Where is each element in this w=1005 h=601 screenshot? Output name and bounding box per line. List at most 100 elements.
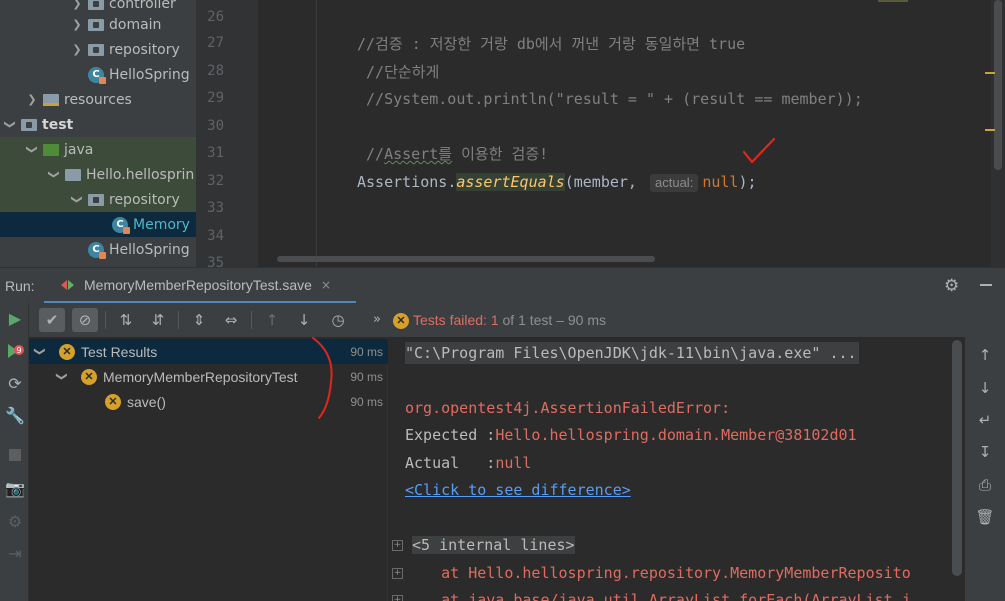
rerun-failed-icon[interactable]: 9 xyxy=(4,341,26,363)
gear-icon[interactable]: ⚙ xyxy=(944,276,959,296)
chevron-down-icon[interactable]: ❯ xyxy=(71,193,84,207)
test-class-icon: C xyxy=(112,216,130,234)
tree-item-repository[interactable]: ❯ repository xyxy=(0,37,196,62)
toolbar-separator xyxy=(251,311,252,329)
test-history-icon[interactable]: ◷ xyxy=(325,308,351,332)
print-icon[interactable]: ⎙ xyxy=(974,474,996,496)
line-number: 29 xyxy=(207,90,224,106)
toggle-auto-test-icon[interactable]: ⟳ xyxy=(4,373,26,395)
more-actions-icon[interactable]: » xyxy=(364,308,390,332)
spring-class-icon: C xyxy=(88,241,106,259)
console-error: org.opentest4j.AssertionFailedError: xyxy=(405,399,731,417)
stack-trace-line[interactable]: at Hello.hellospring.repository.MemoryMe… xyxy=(405,562,911,584)
console-expected: Expected :Hello.hellospring.domain.Membe… xyxy=(405,426,857,444)
console-actual: Actual :null xyxy=(405,454,532,472)
line-number: 30 xyxy=(207,118,224,134)
indent-guide xyxy=(316,0,317,267)
red-bracket-annotation xyxy=(312,337,333,419)
console-side-toolbar: ↑ ↓ ↵ ↧ ⎙ 🗑 xyxy=(965,337,1005,601)
parameter-hint: actual: xyxy=(650,174,699,192)
line-number: 34 xyxy=(207,228,224,244)
trash-icon[interactable]: 🗑 xyxy=(974,506,996,528)
project-tree: ❯ controller ❯ domain ❯ repository C Hel… xyxy=(0,0,196,267)
svg-text:9: 9 xyxy=(16,346,21,355)
chevron-down-icon[interactable]: ❯ xyxy=(48,168,61,182)
collapse-all-icon[interactable]: ⇔ xyxy=(218,308,244,332)
wrench-icon[interactable]: 🔧 xyxy=(4,405,26,427)
run-tab[interactable]: MemoryMemberRepositoryTest.save × xyxy=(44,268,356,304)
source-folder-icon xyxy=(43,143,59,156)
expand-icon[interactable]: + xyxy=(392,595,403,601)
tree-item-resources[interactable]: ❯ resources xyxy=(0,87,196,112)
sort-by-duration-icon[interactable]: ⇵ xyxy=(145,308,171,332)
code-line-29[interactable]: //System.out.println("result = " + (resu… xyxy=(357,90,863,108)
scroll-thumb[interactable] xyxy=(994,0,1002,170)
sort-alphabetically-icon[interactable]: ⇅ xyxy=(113,308,139,332)
stop-icon[interactable] xyxy=(4,446,26,468)
folder-icon xyxy=(88,43,104,56)
console-scrollbar[interactable] xyxy=(952,340,962,576)
previous-failed-icon[interactable]: ↑ xyxy=(259,308,285,332)
code-line-28[interactable]: //단순하게 xyxy=(357,63,439,81)
expand-icon[interactable]: + xyxy=(392,568,403,579)
show-passed-icon[interactable]: ✔ xyxy=(39,308,65,332)
code-line-27[interactable]: //검증 : 저장한 거랑 db에서 꺼낸 거랑 동일하면 true xyxy=(357,35,745,53)
rerun-icon[interactable]: ▶ xyxy=(4,308,26,330)
tree-item-test-repository[interactable]: ❯ repository xyxy=(0,187,196,212)
red-check-annotation xyxy=(742,137,776,164)
stack-trace-line[interactable]: at java.base/java.util.ArrayList.forEach… xyxy=(405,589,911,601)
warning-stripe[interactable] xyxy=(985,72,995,74)
chevron-down-icon[interactable]: ❯ xyxy=(4,118,17,132)
chevron-down-icon[interactable]: ❯ xyxy=(34,345,47,359)
chevron-right-icon[interactable]: ❯ xyxy=(25,93,39,106)
spring-class-icon: C xyxy=(88,66,106,84)
tree-item-memory-test[interactable]: C Memory xyxy=(0,212,196,237)
resources-folder-icon xyxy=(43,93,59,106)
test-failed-icon: ✕ xyxy=(59,343,75,360)
camera-icon[interactable]: 📷 xyxy=(4,478,26,500)
editor-scrollbar[interactable] xyxy=(991,0,1005,267)
test-failed-icon: ✕ xyxy=(393,313,409,330)
tree-item-package[interactable]: ❯ Hello.hellosprin xyxy=(0,162,196,187)
console-output[interactable]: "C:\Program Files\OpenJDK\jdk-11\bin\jav… xyxy=(389,337,965,601)
show-ignored-icon[interactable]: ⊘ xyxy=(72,308,98,332)
line-number: 32 xyxy=(207,173,224,189)
warning-stripe[interactable] xyxy=(985,129,995,131)
close-icon[interactable]: × xyxy=(321,278,331,292)
line-number: 28 xyxy=(207,63,224,79)
diff-link[interactable]: <Click to see difference> xyxy=(405,479,631,501)
internal-lines[interactable]: <5 internal lines> xyxy=(412,534,575,556)
run-side-toolbar: ▶ 9 ⟳ 🔧 📷 ⚙ ⇥ xyxy=(0,303,29,601)
tree-item-test[interactable]: ❯ test xyxy=(0,112,196,137)
package-icon xyxy=(65,168,81,181)
expand-icon[interactable]: + xyxy=(392,540,403,551)
horizontal-scrollbar[interactable] xyxy=(277,256,655,262)
tree-item-java[interactable]: ❯ java xyxy=(0,137,196,162)
test-config-icon xyxy=(61,279,77,291)
arrow-up-icon[interactable]: ↑ xyxy=(974,344,996,366)
arrow-down-icon[interactable]: ↓ xyxy=(974,377,996,399)
line-number: 33 xyxy=(207,200,224,216)
selection-hint xyxy=(878,0,908,2)
chevron-down-icon[interactable]: ❯ xyxy=(26,143,39,157)
scroll-to-end-icon[interactable]: ↧ xyxy=(974,441,996,463)
run-tool-header: Run: MemoryMemberRepositoryTest.save × ⚙ xyxy=(0,267,1005,304)
tree-item-domain[interactable]: ❯ domain xyxy=(0,12,196,37)
code-line-31[interactable]: //Assert를 이용한 검증! xyxy=(357,145,548,163)
code-line-32[interactable]: Assertions.assertEquals(member, actual: n… xyxy=(357,173,757,192)
tree-item-hellospring-test[interactable]: C HelloSpring xyxy=(0,237,196,262)
folder-icon xyxy=(21,118,37,131)
chevron-right-icon[interactable]: ❯ xyxy=(70,0,84,10)
chevron-right-icon[interactable]: ❯ xyxy=(70,43,84,56)
chevron-down-icon[interactable]: ❯ xyxy=(56,370,69,384)
tree-item-hellospring-app[interactable]: C HelloSpring xyxy=(0,62,196,87)
next-failed-icon[interactable]: ↓ xyxy=(291,308,317,332)
debug-icon[interactable]: ⚙ xyxy=(4,511,26,533)
expand-all-icon[interactable]: ⇕ xyxy=(186,308,212,332)
folder-icon xyxy=(88,193,104,206)
folder-icon xyxy=(88,18,104,31)
exit-icon[interactable]: ⇥ xyxy=(4,543,26,565)
soft-wrap-icon[interactable]: ↵ xyxy=(974,409,996,431)
minimize-icon[interactable] xyxy=(980,284,992,286)
chevron-right-icon[interactable]: ❯ xyxy=(70,18,84,31)
